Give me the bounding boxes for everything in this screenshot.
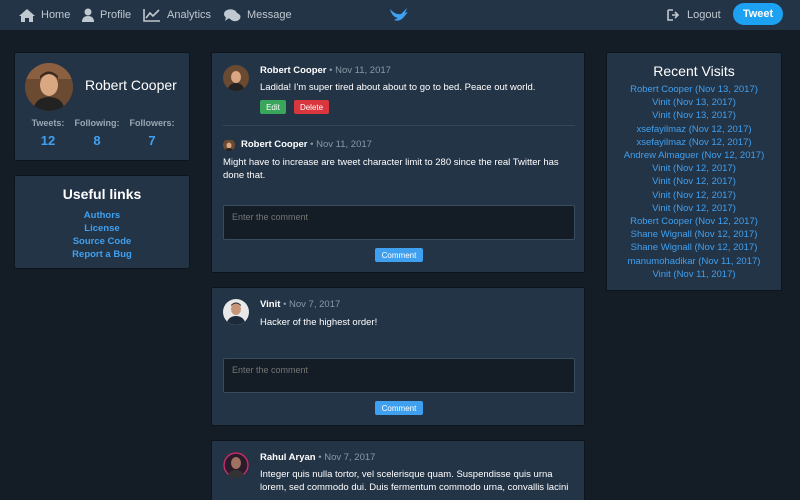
recent-visit-link[interactable]: Shane Wignall (Nov 12, 2017) <box>607 241 781 254</box>
reply-header: Robert Cooper • Nov 11, 2017 <box>241 139 372 150</box>
tweet-card: Vinit • Nov 7, 2017 Hacker of the highes… <box>211 287 585 426</box>
link-authors[interactable]: Authors <box>15 209 189 222</box>
tweet-avatar[interactable] <box>223 452 249 478</box>
nav-home-label: Home <box>41 9 71 21</box>
profile-name[interactable]: Robert Cooper <box>85 77 177 93</box>
delete-button[interactable]: Delete <box>294 100 329 114</box>
stat-tweets-label: Tweets: <box>31 118 65 128</box>
useful-links-card: Useful links Authors License Source Code… <box>14 175 190 269</box>
tweet-date: • Nov 11, 2017 <box>329 65 391 76</box>
tweet-author[interactable]: Vinit <box>260 299 280 310</box>
profile-avatar[interactable] <box>25 63 73 111</box>
nav-analytics-label: Analytics <box>167 9 212 21</box>
recent-visit-link[interactable]: Vinit (Nov 12, 2017) <box>607 175 781 188</box>
comment-input[interactable] <box>223 358 575 393</box>
sign-out-icon <box>667 9 680 21</box>
stat-followers-count: 7 <box>148 133 156 148</box>
comment-button[interactable]: Comment <box>375 401 423 415</box>
tweet-button[interactable]: Tweet <box>733 3 783 25</box>
recent-visits-card: Recent Visits Robert Cooper (Nov 13, 201… <box>606 52 782 291</box>
chart-line-icon <box>143 9 160 22</box>
home-icon <box>19 8 35 22</box>
recent-visit-link[interactable]: Vinit (Nov 12, 2017) <box>607 189 781 202</box>
recent-visit-link[interactable]: Shane Wignall (Nov 12, 2017) <box>607 228 781 241</box>
nav-analytics[interactable]: Analytics <box>143 0 211 30</box>
reply-author[interactable]: Robert Cooper <box>241 139 308 150</box>
logo[interactable] <box>389 6 409 27</box>
nav-message[interactable]: Message <box>224 0 292 30</box>
tweet-card: Rahul Aryan • Nov 7, 2017 Integer quis n… <box>211 440 585 500</box>
stat-following[interactable]: Following: 8 <box>67 118 127 148</box>
nav-profile[interactable]: Profile <box>82 0 131 30</box>
recent-visit-link[interactable]: Vinit (Nov 12, 2017) <box>607 162 781 175</box>
recent-visit-link[interactable]: xsefayilmaz (Nov 12, 2017) <box>607 136 781 149</box>
recent-visits-title: Recent Visits <box>653 63 735 79</box>
user-icon <box>82 8 94 22</box>
reply-date: • Nov 11, 2017 <box>310 139 372 150</box>
comments-icon <box>224 8 241 21</box>
navbar: Home Profile Analytics Message Logout Tw… <box>0 0 800 30</box>
profile-card: Robert Cooper Tweets: 12 Following: 8 Fo… <box>14 52 190 161</box>
logout-link[interactable]: Logout <box>667 0 721 30</box>
comment-input[interactable] <box>223 205 575 240</box>
tweet-author[interactable]: Rahul Aryan <box>260 452 316 463</box>
comment-button[interactable]: Comment <box>375 248 423 262</box>
tweet-date: • Nov 7, 2017 <box>318 452 376 463</box>
recent-visit-link[interactable]: manumohadikar (Nov 11, 2017) <box>607 255 781 268</box>
nav-home[interactable]: Home <box>19 0 70 30</box>
logout-label: Logout <box>687 9 721 21</box>
tweet-date: • Nov 7, 2017 <box>283 299 341 310</box>
stat-followers[interactable]: Followers: 7 <box>122 118 182 148</box>
recent-visit-link[interactable]: Vinit (Nov 13, 2017) <box>607 96 781 109</box>
nav-message-label: Message <box>247 9 292 21</box>
recent-visits-list: Robert Cooper (Nov 13, 2017) Vinit (Nov 1… <box>607 83 781 281</box>
recent-visit-link[interactable]: Andrew Almaguer (Nov 12, 2017) <box>607 149 781 162</box>
reply-text: Might have to increase are tweet charact… <box>223 157 559 181</box>
tweet-card: Robert Cooper • Nov 11, 2017 Ladida! I'm… <box>211 52 585 273</box>
recent-visit-link[interactable]: Robert Cooper (Nov 13, 2017) <box>607 83 781 96</box>
tweet-text: Ladida! I'm super tired about about to g… <box>260 82 536 93</box>
tweet-text: Integer quis nulla tortor, vel scelerisq… <box>260 469 569 493</box>
stat-following-count: 8 <box>93 133 101 148</box>
link-license[interactable]: License <box>15 222 189 235</box>
edit-button[interactable]: Edit <box>260 100 286 114</box>
recent-visit-link[interactable]: Vinit (Nov 11, 2017) <box>607 268 781 281</box>
recent-visit-link[interactable]: Vinit (Nov 13, 2017) <box>607 109 781 122</box>
tweet-avatar[interactable] <box>223 299 249 325</box>
link-source-code[interactable]: Source Code <box>15 235 189 248</box>
stat-following-label: Following: <box>74 118 120 128</box>
reply-divider <box>223 125 575 126</box>
bird-logo-icon <box>390 8 408 21</box>
tweet-header: Robert Cooper • Nov 11, 2017 <box>260 65 391 76</box>
tweet-author[interactable]: Robert Cooper <box>260 65 327 76</box>
link-report-bug[interactable]: Report a Bug <box>15 248 189 261</box>
recent-visit-link[interactable]: Vinit (Nov 12, 2017) <box>607 202 781 215</box>
recent-visit-link[interactable]: xsefayilmaz (Nov 12, 2017) <box>607 123 781 136</box>
tweet-avatar[interactable] <box>223 65 249 91</box>
tweet-header: Rahul Aryan • Nov 7, 2017 <box>260 452 375 463</box>
stat-followers-label: Followers: <box>129 118 175 128</box>
recent-visit-link[interactable]: Robert Cooper (Nov 12, 2017) <box>607 215 781 228</box>
useful-links-list: Authors License Source Code Report a Bug <box>15 209 189 261</box>
nav-profile-label: Profile <box>100 9 132 21</box>
useful-links-title: Useful links <box>62 186 142 202</box>
tweet-header: Vinit • Nov 7, 2017 <box>260 299 340 310</box>
reply-avatar[interactable] <box>223 139 235 151</box>
tweet-text: Hacker of the highest order! <box>260 317 378 328</box>
